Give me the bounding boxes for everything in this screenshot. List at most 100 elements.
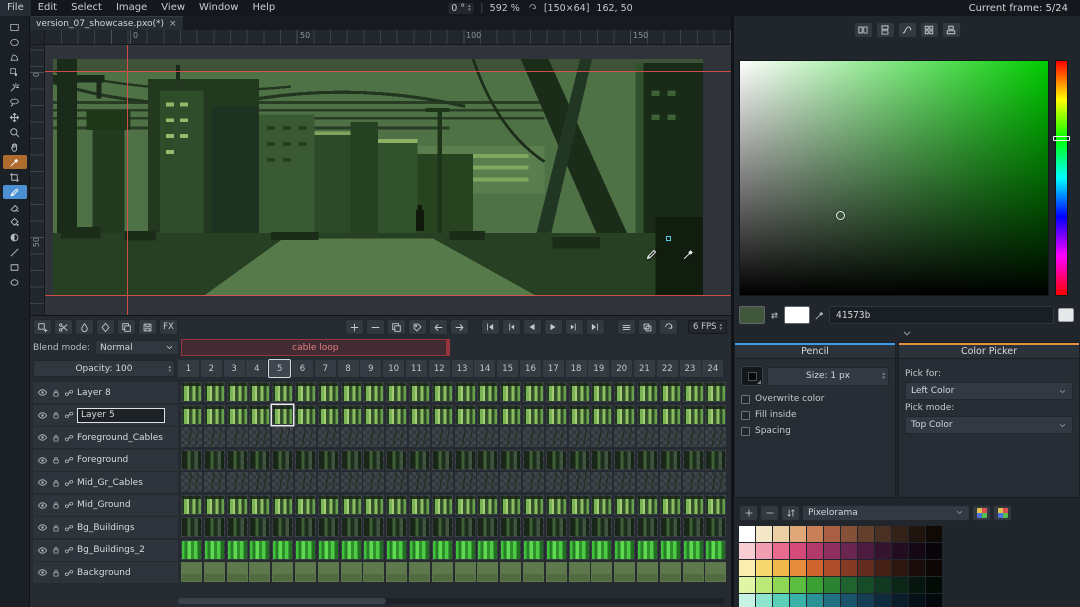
cel-thumbnail[interactable] <box>249 472 270 492</box>
color-picker-cursor[interactable] <box>836 211 845 220</box>
cel-thumbnail[interactable] <box>204 540 225 560</box>
cel-thumbnail[interactable] <box>227 562 248 582</box>
cel-thumbnail[interactable] <box>341 405 362 425</box>
cel-thumbnail[interactable] <box>318 495 339 515</box>
collapse-picker-icon[interactable] <box>902 328 913 339</box>
cel-thumbnail[interactable] <box>455 517 476 537</box>
cel-thumbnail[interactable] <box>249 517 270 537</box>
layer-visibility-icon[interactable] <box>37 567 48 578</box>
tool-rectangle-select[interactable] <box>3 20 27 34</box>
cel-thumbnail[interactable] <box>386 495 407 515</box>
cel-thumbnail[interactable] <box>455 427 476 447</box>
move-frame-right-button[interactable] <box>450 319 469 335</box>
frame-header-9[interactable]: 9 <box>360 360 381 377</box>
menu-view[interactable]: View <box>154 0 192 16</box>
frame-header-12[interactable]: 12 <box>429 360 450 377</box>
palette-swatch[interactable] <box>824 526 840 542</box>
tool-lasso[interactable] <box>3 95 27 109</box>
cel-thumbnail[interactable] <box>637 382 658 402</box>
clone-layer-button[interactable] <box>117 319 136 335</box>
palette-swatch[interactable] <box>739 560 755 576</box>
frame-header-23[interactable]: 23 <box>680 360 701 377</box>
tool-move[interactable] <box>3 110 27 124</box>
cel-thumbnail[interactable] <box>432 540 453 560</box>
palette-swatch[interactable] <box>926 526 942 542</box>
cel-thumbnail[interactable] <box>477 562 498 582</box>
cel-thumbnail[interactable] <box>614 405 635 425</box>
cel-thumbnail[interactable] <box>272 495 293 515</box>
layer-link-icon[interactable] <box>64 523 74 533</box>
vertical-guide[interactable] <box>127 45 128 315</box>
layer-link-icon[interactable] <box>64 568 74 578</box>
cel-thumbnail[interactable] <box>295 495 316 515</box>
palette-swatch[interactable] <box>909 577 925 593</box>
cel-thumbnail[interactable] <box>546 427 567 447</box>
frame-header-17[interactable]: 17 <box>543 360 564 377</box>
palette-swatch[interactable] <box>773 526 789 542</box>
cel-thumbnail[interactable] <box>660 472 681 492</box>
cel-thumbnail[interactable] <box>363 405 384 425</box>
cel-thumbnail[interactable] <box>227 472 248 492</box>
cel-thumbnail[interactable] <box>591 450 612 470</box>
cel-thumbnail[interactable] <box>500 517 521 537</box>
cel-thumbnail[interactable] <box>363 472 384 492</box>
layer-name[interactable]: Layer 8 <box>77 388 111 398</box>
blend-mode-dropdown[interactable]: Normal <box>95 340 179 355</box>
cel-thumbnail[interactable] <box>477 450 498 470</box>
cel-thumbnail[interactable] <box>569 540 590 560</box>
cel-thumbnail[interactable] <box>614 562 635 582</box>
frame-header-8[interactable]: 8 <box>338 360 359 377</box>
cel-thumbnail[interactable] <box>683 472 704 492</box>
cel-thumbnail[interactable] <box>546 450 567 470</box>
cel-thumbnail[interactable] <box>227 495 248 515</box>
loop-mode-button[interactable] <box>659 319 678 335</box>
palette-swatch[interactable] <box>807 526 823 542</box>
palette-swatch[interactable] <box>756 543 772 559</box>
left-color-swatch[interactable] <box>739 306 765 324</box>
cel-thumbnail[interactable] <box>500 427 521 447</box>
cel-thumbnail[interactable] <box>614 382 635 402</box>
cel-thumbnail[interactable] <box>204 382 225 402</box>
cel-thumbnail[interactable] <box>272 540 293 560</box>
cel-thumbnail[interactable] <box>227 382 248 402</box>
cel-thumbnail[interactable] <box>523 427 544 447</box>
expand-color-button[interactable] <box>1058 308 1074 322</box>
cel-thumbnail[interactable] <box>249 382 270 402</box>
cel-thumbnail[interactable] <box>591 540 612 560</box>
palette-swatch[interactable] <box>909 560 925 576</box>
play-backwards-button[interactable] <box>523 319 542 335</box>
cel-thumbnail[interactable] <box>660 517 681 537</box>
cel-thumbnail[interactable] <box>432 495 453 515</box>
cel-thumbnail[interactable] <box>546 472 567 492</box>
cel-thumbnail[interactable] <box>432 517 453 537</box>
layer-name[interactable]: Foreground <box>77 455 128 465</box>
spinner-arrows-icon[interactable]: ▴▾ <box>168 365 171 373</box>
layer-lock-icon[interactable] <box>51 478 61 488</box>
tool-ellipse[interactable] <box>3 275 27 289</box>
pick-for-dropdown[interactable]: Left Color <box>905 382 1073 400</box>
cel-thumbnail[interactable] <box>500 382 521 402</box>
cel-thumbnail[interactable] <box>477 517 498 537</box>
frame-header-19[interactable]: 19 <box>588 360 609 377</box>
cel-thumbnail[interactable] <box>181 382 202 402</box>
rotation-spinbox[interactable]: 0 ° ▴▾ <box>447 2 474 15</box>
cel-thumbnail[interactable] <box>432 405 453 425</box>
cel-thumbnail[interactable] <box>341 562 362 582</box>
cel-thumbnail[interactable] <box>500 472 521 492</box>
remove-frame-button[interactable] <box>366 319 385 335</box>
palette-swatch[interactable] <box>875 560 891 576</box>
layer-visibility-icon[interactable] <box>37 410 48 421</box>
cel-thumbnail[interactable] <box>500 562 521 582</box>
scissors-button[interactable] <box>54 319 73 335</box>
cel-thumbnail[interactable] <box>363 427 384 447</box>
palette-swatch[interactable] <box>841 543 857 559</box>
cel-thumbnail[interactable] <box>591 517 612 537</box>
palette-swatch[interactable] <box>790 594 806 607</box>
cel-thumbnail[interactable] <box>432 427 453 447</box>
cel-thumbnail[interactable] <box>363 562 384 582</box>
palette-swatch[interactable] <box>875 594 891 607</box>
cel-thumbnail[interactable] <box>249 495 270 515</box>
cel-thumbnail[interactable] <box>523 450 544 470</box>
checkbox-spacing[interactable]: Spacing <box>741 426 889 436</box>
hex-color-input[interactable] <box>829 306 1054 324</box>
